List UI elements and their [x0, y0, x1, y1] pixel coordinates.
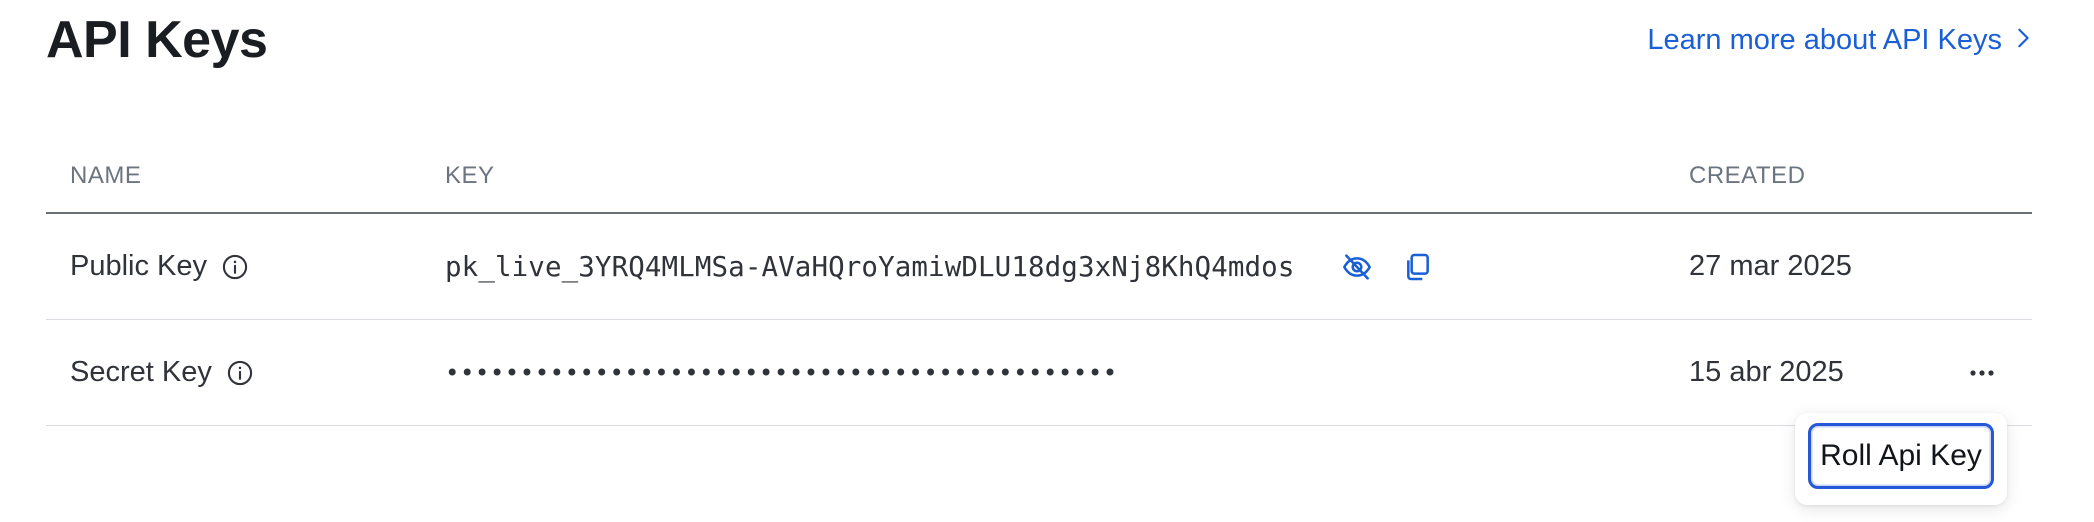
- table-header: NAME KEY CREATED: [46, 140, 2032, 214]
- learn-more-label: Learn more about API Keys: [1647, 23, 2002, 56]
- created-date: 27 mar 2025: [1689, 250, 1852, 282]
- column-header-name: NAME: [70, 162, 142, 189]
- learn-more-link[interactable]: Learn more about API Keys: [1647, 24, 2034, 57]
- key-name: Secret Key: [70, 356, 212, 388]
- copy-icon[interactable]: [1400, 250, 1434, 284]
- masked-key-value: ••••••••••••••••••••••••••••••••••••••••…: [445, 358, 1118, 387]
- created-date: 15 abr 2025: [1689, 356, 1844, 388]
- key-value-cell: ••••••••••••••••••••••••••••••••••••••••…: [445, 359, 1689, 387]
- table-row-public-key: Public Key pk_live_3YRQ4MLMSa-AVaHQroYam…: [46, 214, 2032, 320]
- column-header-key: KEY: [445, 162, 495, 189]
- api-keys-page: API Keys Learn more about API Keys NAME …: [0, 0, 2094, 522]
- column-header-created: CREATED: [1689, 162, 1806, 189]
- key-name-cell: Public Key: [46, 250, 445, 283]
- key-name-cell: Secret Key: [46, 356, 445, 389]
- row-actions-cell: [1949, 358, 2032, 388]
- key-value-cell: pk_live_3YRQ4MLMSa-AVaHQroYamiwDLU18dg3x…: [445, 250, 1689, 284]
- key-actions: [1340, 250, 1434, 284]
- row-actions-menu: Roll Api Key: [1795, 413, 2007, 505]
- key-name: Public Key: [70, 250, 208, 282]
- key-value: pk_live_3YRQ4MLMSa-AVaHQroYamiwDLU18dg3x…: [445, 250, 1295, 283]
- ellipsis-icon[interactable]: [1962, 358, 2002, 388]
- info-icon[interactable]: [226, 359, 254, 387]
- page-header: API Keys Learn more about API Keys: [46, 0, 2034, 80]
- api-keys-table: NAME KEY CREATED Public Key pk_live_3YRQ…: [46, 140, 2032, 426]
- table-row-secret-key: Secret Key •••••••••••••••••••••••••••••…: [46, 320, 2032, 426]
- page-title: API Keys: [46, 11, 268, 69]
- info-icon[interactable]: [221, 253, 249, 281]
- roll-api-key-button[interactable]: Roll Api Key: [1808, 423, 1994, 489]
- chevron-right-icon: [2012, 24, 2034, 57]
- eye-slash-icon[interactable]: [1340, 250, 1374, 284]
